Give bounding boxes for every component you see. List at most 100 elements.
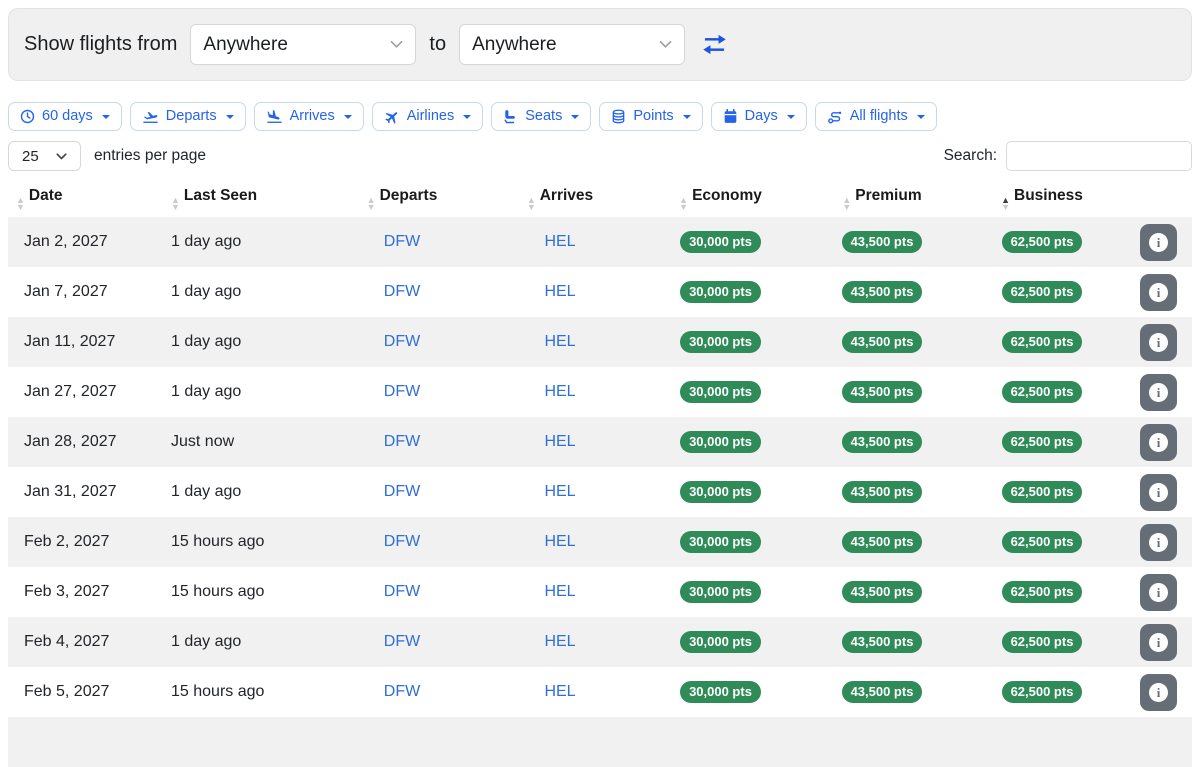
chevron-down-icon xyxy=(56,153,67,160)
info-cell: i xyxy=(1122,617,1192,667)
business-points-badge: 62,500 pts xyxy=(1002,531,1083,553)
filter-icon xyxy=(827,109,843,124)
departs-airport-link[interactable]: DFW xyxy=(384,233,420,250)
filter-toolbar: 60 days Departs Arrives Airlines Seats xyxy=(8,102,1192,131)
column-header[interactable]: ▲▼Business xyxy=(962,180,1122,217)
departs-airport-link[interactable]: DFW xyxy=(384,283,420,300)
arrives-airport-link[interactable]: HEL xyxy=(544,633,575,650)
search-input[interactable] xyxy=(1006,141,1192,171)
arrives-airport-link[interactable]: HEL xyxy=(544,333,575,350)
info-button[interactable]: i xyxy=(1140,624,1177,661)
departs-airport-link[interactable]: DFW xyxy=(384,633,420,650)
filter-button[interactable]: Days xyxy=(711,102,807,131)
info-button[interactable]: i xyxy=(1140,674,1177,711)
dropdown-caret-icon xyxy=(344,115,352,119)
info-button[interactable]: i xyxy=(1140,224,1177,261)
filter-button[interactable]: Arrives xyxy=(254,102,364,131)
arrives-airport-link[interactable]: HEL xyxy=(544,483,575,500)
business-cell: 62,500 pts xyxy=(962,367,1122,417)
from-airport-select[interactable]: Anywhere xyxy=(190,24,416,65)
departs-airport-link[interactable]: DFW xyxy=(384,683,420,700)
economy-points-badge: 30,000 pts xyxy=(680,531,761,553)
table-controls: 25 entries per page Search: xyxy=(8,141,1192,171)
arrives-cell: HEL xyxy=(481,267,639,317)
info-button[interactable]: i xyxy=(1140,574,1177,611)
filter-button[interactable]: All flights xyxy=(815,102,937,131)
sort-icon: ▲▼ xyxy=(527,197,536,210)
column-header[interactable]: ▲▼Date xyxy=(8,180,163,217)
filter-icon xyxy=(384,109,400,125)
arrives-airport-link[interactable]: HEL xyxy=(544,383,575,400)
column-header-label: Business xyxy=(1014,187,1083,204)
business-points-badge: 62,500 pts xyxy=(1002,681,1083,703)
column-header[interactable]: ▲▼Last Seen xyxy=(163,180,323,217)
info-icon: i xyxy=(1149,333,1168,352)
departs-airport-link[interactable]: DFW xyxy=(384,433,420,450)
economy-cell: 30,000 pts xyxy=(639,217,802,267)
premium-points-badge: 43,500 pts xyxy=(842,281,923,303)
premium-cell: 43,500 pts xyxy=(802,417,962,467)
economy-cell: 30,000 pts xyxy=(639,267,802,317)
dropdown-caret-icon xyxy=(683,115,691,119)
business-points-badge: 62,500 pts xyxy=(1002,281,1083,303)
arrives-airport-link[interactable]: HEL xyxy=(544,533,575,550)
route-bar-label: Show flights from xyxy=(24,33,177,56)
search-label: Search: xyxy=(944,147,997,165)
departs-airport-link[interactable]: DFW xyxy=(384,483,420,500)
column-header[interactable]: ▲▼ Premium xyxy=(802,180,962,217)
business-points-badge: 62,500 pts xyxy=(1002,381,1083,403)
date-cell: Jan 27, 2027 xyxy=(8,367,163,417)
flight-row: Feb 2, 2027 15 hours ago DFW HEL 30,000 … xyxy=(8,517,1192,567)
to-airport-select[interactable]: Anywhere xyxy=(459,24,685,65)
info-button[interactable]: i xyxy=(1140,274,1177,311)
departs-airport-link[interactable]: DFW xyxy=(384,383,420,400)
column-header-label: Premium xyxy=(855,187,921,204)
last-seen-cell: 1 day ago xyxy=(163,217,323,267)
departs-airport-link[interactable]: DFW xyxy=(384,333,420,350)
arrives-cell: HEL xyxy=(481,567,639,617)
departs-airport-link[interactable]: DFW xyxy=(384,583,420,600)
flight-row: Jan 27, 2027 1 day ago DFW HEL 30,000 pt… xyxy=(8,367,1192,417)
arrives-airport-link[interactable]: HEL xyxy=(544,283,575,300)
info-button[interactable]: i xyxy=(1140,474,1177,511)
swap-route-button[interactable] xyxy=(698,31,728,58)
column-header[interactable]: ▲▼Arrives xyxy=(481,180,639,217)
business-cell: 62,500 pts xyxy=(962,467,1122,517)
premium-cell: 43,500 pts xyxy=(802,267,962,317)
flight-row: Feb 5, 2027 15 hours ago DFW HEL 30,000 … xyxy=(8,667,1192,717)
filter-button[interactable]: Seats xyxy=(491,102,591,131)
info-button[interactable]: i xyxy=(1140,324,1177,361)
last-seen-cell: 15 hours ago xyxy=(163,667,323,717)
info-icon: i xyxy=(1149,433,1168,452)
flight-row: Feb 3, 2027 15 hours ago DFW HEL 30,000 … xyxy=(8,567,1192,617)
filter-icon xyxy=(503,109,518,124)
filter-label: Departs xyxy=(166,109,217,124)
filter-button[interactable]: Points xyxy=(599,102,702,131)
departs-airport-link[interactable]: DFW xyxy=(384,533,420,550)
column-header-label: Date xyxy=(29,187,63,204)
filter-icon xyxy=(266,109,283,124)
arrives-airport-link[interactable]: HEL xyxy=(544,433,575,450)
info-button[interactable]: i xyxy=(1140,374,1177,411)
column-header[interactable]: ▲▼Economy xyxy=(639,180,802,217)
filter-button[interactable]: Airlines xyxy=(372,102,484,131)
date-cell: Jan 2, 2027 xyxy=(8,217,163,267)
filter-button[interactable]: 60 days xyxy=(8,102,122,131)
column-header[interactable]: ▲▼Departs xyxy=(323,180,481,217)
business-points-badge: 62,500 pts xyxy=(1002,431,1083,453)
swap-horizontal-icon xyxy=(701,31,728,58)
premium-points-badge: 43,500 pts xyxy=(842,531,923,553)
page-size-select[interactable]: 25 xyxy=(8,141,81,171)
arrives-airport-link[interactable]: HEL xyxy=(544,683,575,700)
last-seen-cell: 1 day ago xyxy=(163,267,323,317)
business-points-badge: 62,500 pts xyxy=(1002,581,1083,603)
info-icon: i xyxy=(1149,683,1168,702)
filter-button[interactable]: Departs xyxy=(130,102,246,131)
info-button[interactable]: i xyxy=(1140,424,1177,461)
arrives-airport-link[interactable]: HEL xyxy=(544,583,575,600)
column-header-label: Economy xyxy=(692,187,762,204)
premium-points-badge: 43,500 pts xyxy=(842,481,923,503)
arrives-airport-link[interactable]: HEL xyxy=(544,233,575,250)
info-button[interactable]: i xyxy=(1140,524,1177,561)
sort-icon: ▲▼ xyxy=(842,197,851,210)
